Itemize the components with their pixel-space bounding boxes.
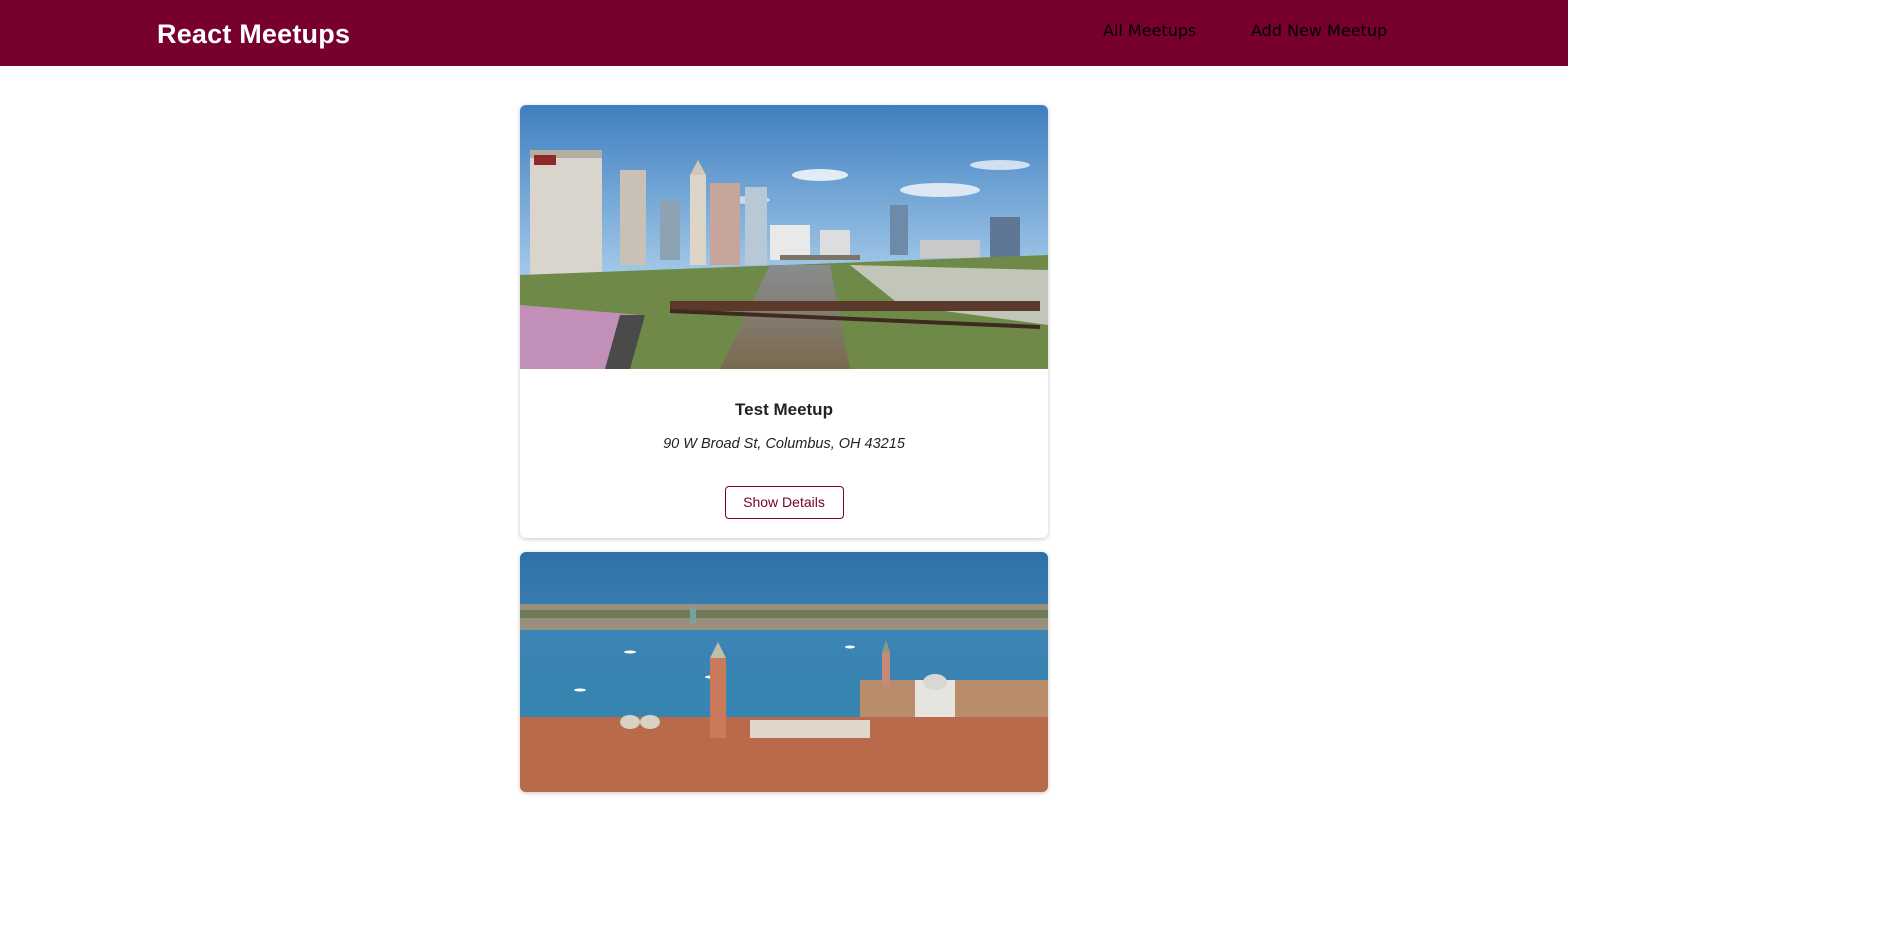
nav-link-add-new-meetup[interactable]: Add New Meetup — [1251, 21, 1387, 40]
meetup-image — [520, 552, 1048, 792]
show-details-button[interactable]: Show Details — [724, 486, 844, 519]
meetup-card — [520, 552, 1048, 792]
site-logo[interactable]: React Meetups — [157, 18, 350, 50]
meetup-title: Test Meetup — [735, 400, 833, 419]
meetup-card-body: Test Meetup 90 W Broad St, Columbus, OH … — [520, 399, 1048, 519]
meetup-card: Test Meetup 90 W Broad St, Columbus, OH … — [520, 105, 1048, 538]
main-header: React Meetups All Meetups Add New Meetup — [0, 0, 1568, 66]
meetup-image — [520, 105, 1048, 369]
nav-link-all-meetups[interactable]: All Meetups — [1103, 21, 1196, 40]
meetup-address: 90 W Broad St, Columbus, OH 43215 — [663, 436, 905, 452]
meetup-actions: Show Details — [520, 486, 1048, 519]
